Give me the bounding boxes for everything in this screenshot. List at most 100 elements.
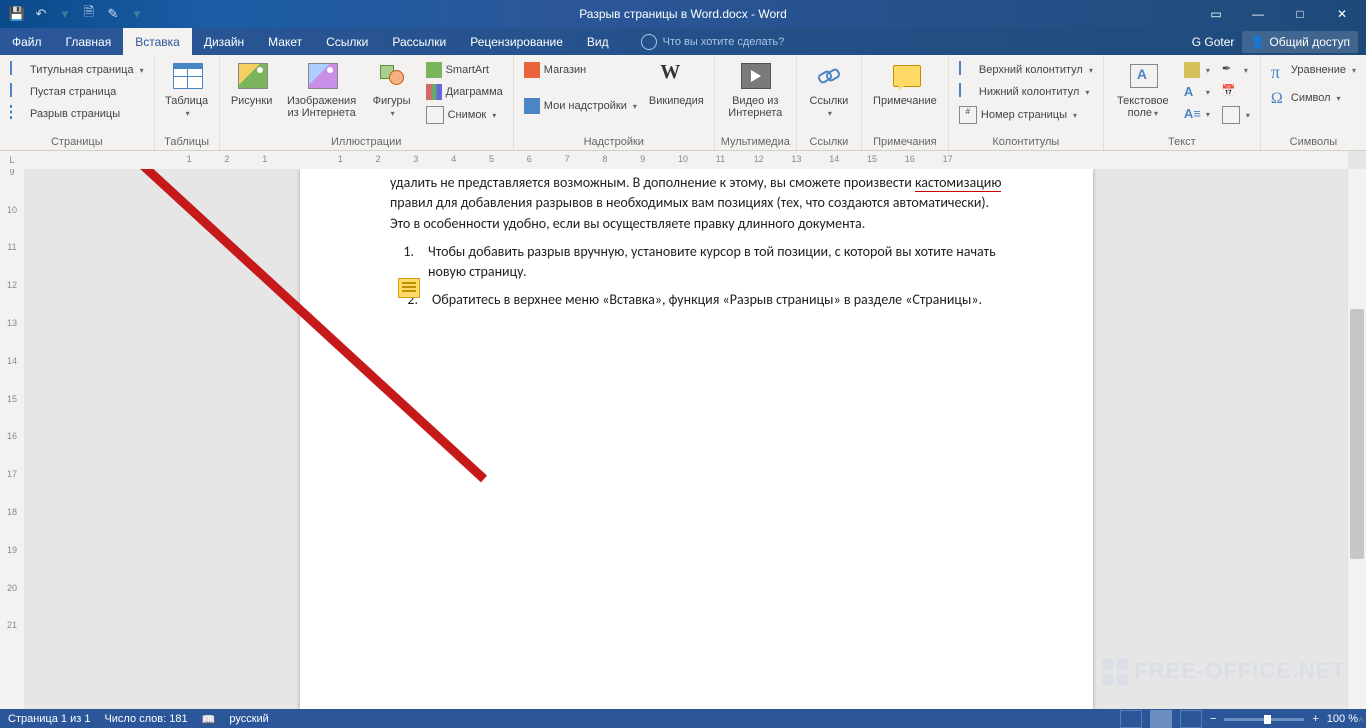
chart-button[interactable]: Диаграмма [422,81,507,103]
scrollbar-thumb[interactable] [1350,309,1364,559]
status-word-count[interactable]: Число слов: 181 [104,713,187,725]
group-tables-label: Таблицы [161,134,213,148]
page-break-label: Разрыв страницы [30,108,120,120]
collapse-ribbon-icon[interactable]: ˄ [1358,715,1364,726]
online-pictures-button[interactable]: Изображения из Интернета [282,59,362,121]
paragraph: удалить не представляется возможным. В д… [390,173,1003,234]
header-label: Верхний колонтитул [979,64,1083,76]
save-icon[interactable]: 💾 [8,5,26,23]
minimize-button[interactable]: — [1238,0,1278,28]
maximize-button[interactable]: □ [1280,0,1320,28]
cover-page-label: Титульная страница [30,64,134,76]
close-button[interactable]: ✕ [1322,0,1362,28]
tell-me-search[interactable]: Что вы хотите сделать? [641,28,785,55]
zoom-level[interactable]: 100 % [1327,713,1358,725]
group-comments: Примечание Примечания [862,55,949,150]
zoom-in-button[interactable]: + [1312,713,1318,725]
cover-page-button[interactable]: Титульная страница▾ [6,59,148,81]
table-icon [171,61,203,93]
tab-home[interactable]: Главная [54,28,124,55]
status-language[interactable]: русский [229,713,268,725]
group-text: Текстовое поле▾ ▾ A▾ A≡▾ ✒▾ 📅 ▾ Текст [1104,55,1261,150]
bulb-icon [641,34,657,50]
table-label: Таблица [165,95,208,107]
ribbon-options-icon[interactable]: ▭ [1196,0,1236,28]
tab-layout[interactable]: Макет [256,28,314,55]
list-number: 1. [390,242,428,283]
smartart-button[interactable]: SmartArt [422,59,507,81]
print-layout-icon[interactable] [1150,710,1172,728]
vertical-scrollbar[interactable] [1347,169,1366,709]
datetime-icon: 📅 [1222,84,1238,100]
group-links-label: Ссылки [803,134,855,148]
comment-label: Примечание [873,95,937,107]
smartart-icon [426,62,442,78]
read-mode-icon[interactable] [1120,710,1142,728]
chart-label: Диаграмма [446,86,503,98]
status-page[interactable]: Страница 1 из 1 [8,713,90,725]
list-text: Обратитесь в верхнее меню «Вставка», фун… [432,290,982,310]
object-button[interactable]: ▾ [1218,103,1254,127]
list-item: 1. Чтобы добавить разрыв вручную, устано… [390,242,1003,283]
wikipedia-icon: W [660,61,692,93]
textbox-button[interactable]: Текстовое поле▾ [1110,59,1176,122]
qat-sep: ▾ [56,5,74,23]
table-button[interactable]: Таблица▾ [161,59,213,122]
header-button[interactable]: Верхний колонтитул▾ [955,59,1097,81]
shapes-button[interactable]: Фигуры▾ [366,59,418,122]
new-doc-icon[interactable]: 🗎 [80,5,98,23]
signature-icon: ✒ [1222,62,1238,78]
links-button[interactable]: Ссылки▾ [803,59,855,122]
pi-icon: π [1271,62,1287,78]
video-icon [739,61,771,93]
ribbon: Титульная страница▾ Пустая страница Разр… [0,55,1366,151]
pictures-button[interactable]: Рисунки [226,59,278,109]
group-addins: Магазин Мои надстройки▾ W Википедия Надс… [514,55,715,150]
statusbar: Страница 1 из 1 Число слов: 181 📖 русски… [0,709,1366,728]
tab-mailings[interactable]: Рассылки [380,28,458,55]
tab-view[interactable]: Вид [575,28,621,55]
dropcap-button[interactable]: A≡▾ [1180,103,1214,125]
wordart-button[interactable]: A▾ [1180,81,1214,103]
tab-design[interactable]: Дизайн [192,28,256,55]
signature-button[interactable]: ✒▾ [1218,59,1254,81]
datetime-button[interactable]: 📅 [1218,81,1254,103]
quick-parts-button[interactable]: ▾ [1180,59,1214,81]
header-icon [959,62,975,78]
share-button[interactable]: 👤 Общий доступ [1242,31,1358,53]
tab-insert[interactable]: Вставка [123,28,192,55]
status-spellcheck-icon[interactable]: 📖 [202,713,216,726]
comment-button[interactable]: Примечание [868,59,942,109]
tab-file[interactable]: Файл [0,28,54,55]
blank-page-button[interactable]: Пустая страница [6,81,148,103]
zoom-slider[interactable] [1224,718,1304,721]
dropcap-icon: A≡ [1184,106,1200,122]
document-area[interactable]: удалить не представляется возможным. В д… [24,169,1348,709]
store-button[interactable]: Магазин [520,59,641,81]
shapes-icon [376,61,408,93]
tab-review[interactable]: Рецензирование [458,28,575,55]
horizontal-ruler[interactable]: 1211234567891011121314151617 [24,151,1348,170]
undo-icon[interactable]: ↶ [32,5,50,23]
equation-button[interactable]: πУравнение▾ [1267,59,1360,81]
symbol-button[interactable]: ΩСимвол▾ [1267,87,1360,109]
online-video-button[interactable]: Видео из Интернета [721,59,790,121]
my-addins-button[interactable]: Мои надстройки▾ [520,95,641,117]
qat-more-icon[interactable]: ▾ [128,5,146,23]
tab-references[interactable]: Ссылки [314,28,380,55]
footer-button[interactable]: Нижний колонтитул▾ [955,81,1097,103]
page-number-button[interactable]: #Номер страницы▾ [955,103,1097,127]
touch-mode-icon[interactable]: ✎ [104,5,122,23]
wikipedia-button[interactable]: W Википедия [645,59,708,109]
web-layout-icon[interactable] [1180,710,1202,728]
vertical-ruler[interactable]: 89101112131415161718192021 [0,169,25,709]
user-name[interactable]: G Goter [1192,35,1235,49]
zoom-out-button[interactable]: − [1210,713,1216,725]
page-break-button[interactable]: Разрыв страницы [6,103,148,125]
comment-marker-icon[interactable] [398,278,420,298]
text-line: правил для добавления разрывов в необход… [390,194,989,231]
list-text: Чтобы добавить разрыв вручную, установит… [428,242,1003,283]
screenshot-button[interactable]: Снимок▾ [422,103,507,127]
page-break-icon [10,106,26,122]
group-symbols-label: Символы [1267,134,1360,148]
